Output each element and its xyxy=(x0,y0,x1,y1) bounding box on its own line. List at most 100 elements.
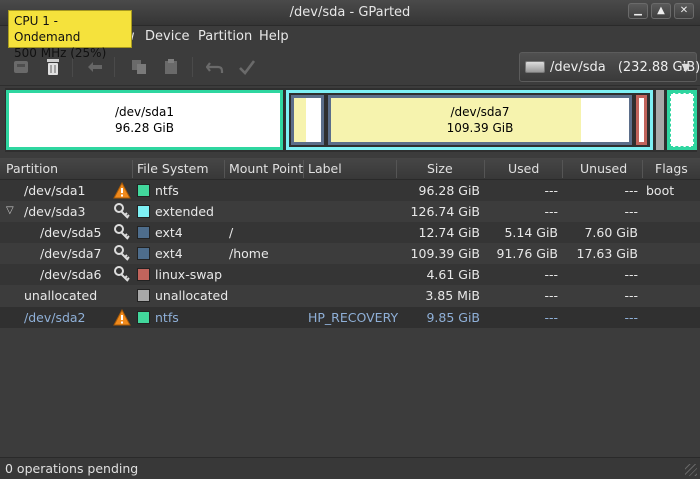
cell-filesystem: ntfs xyxy=(155,183,179,198)
key-icon xyxy=(113,203,131,221)
column-used[interactable]: Used xyxy=(508,161,539,176)
expander-arrow-icon[interactable]: ▽ xyxy=(6,205,14,216)
cell-filesystem: extended xyxy=(155,204,214,219)
toolbar-separator xyxy=(192,57,193,77)
cell-mount-point: / xyxy=(229,225,234,240)
table-row[interactable]: /dev/sda5 ext4 / 12.74 GiB 5.14 GiB 7.60… xyxy=(0,222,700,243)
menu-help[interactable]: Help xyxy=(259,29,289,44)
cell-partition: /dev/sda6 xyxy=(40,267,102,282)
filesystem-color-swatch xyxy=(137,205,150,218)
filesystem-color-swatch xyxy=(137,268,150,281)
copy-icon[interactable] xyxy=(128,56,150,78)
partition-table-header: Partition File System Mount Point Label … xyxy=(0,158,700,180)
column-mount-point[interactable]: Mount Point xyxy=(229,161,303,176)
filesystem-color-swatch xyxy=(137,226,150,239)
partition-block-size: 109.39 GiB xyxy=(446,121,514,135)
menu-device[interactable]: Device xyxy=(145,29,189,44)
table-row[interactable]: ▽ /dev/sda3 extended 126.74 GiB --- --- xyxy=(0,201,700,222)
cell-unused: --- xyxy=(624,288,638,303)
cell-used: --- xyxy=(544,267,558,282)
resize-grip[interactable] xyxy=(685,464,697,476)
table-row[interactable]: /dev/sda6 linux-swap 4.61 GiB --- --- xyxy=(0,264,700,285)
table-row[interactable]: /dev/sda1 ntfs 96.28 GiB --- --- boot xyxy=(0,180,700,201)
cell-size: 9.85 GiB xyxy=(426,310,480,325)
table-empty-area xyxy=(0,331,700,457)
key-icon xyxy=(113,224,131,242)
filesystem-color-swatch xyxy=(137,184,150,197)
cell-used: --- xyxy=(544,288,558,303)
close-button[interactable]: ✕ xyxy=(674,3,694,19)
filesystem-color-swatch xyxy=(137,289,150,302)
cell-unused: --- xyxy=(624,267,638,282)
cell-filesystem: ext4 xyxy=(155,246,183,261)
menu-partition[interactable]: Partition xyxy=(198,29,252,44)
cell-unused: 7.60 GiB xyxy=(584,225,638,240)
cell-partition: /dev/sda1 xyxy=(24,183,86,198)
partition-block-size: 96.28 GiB xyxy=(114,121,175,135)
table-row[interactable]: unallocated unallocated 3.85 MiB --- --- xyxy=(0,285,700,306)
cell-unused: --- xyxy=(624,204,638,219)
partition-block-sda3-extended[interactable]: /dev/sda7 109.39 GiB xyxy=(286,90,653,150)
partition-block-name: /dev/sda1 xyxy=(114,105,175,119)
cell-size: 4.61 GiB xyxy=(426,267,480,282)
status-bar: 0 operations pending xyxy=(0,457,700,479)
partition-block-sda7[interactable]: /dev/sda7 109.39 GiB xyxy=(328,95,632,145)
undo-icon[interactable] xyxy=(204,56,226,78)
column-size[interactable]: Size xyxy=(427,161,453,176)
partition-block-sda2[interactable] xyxy=(667,90,697,150)
tooltip-line-2: 500 MHz (25%) xyxy=(14,46,107,60)
key-icon xyxy=(113,266,131,284)
key-icon xyxy=(113,245,131,263)
device-selector-text: /dev/sda (232.88 GiB) xyxy=(550,60,700,75)
cpu-tooltip: CPU 1 - Ondemand 500 MHz (25%) xyxy=(8,10,132,60)
column-label[interactable]: Label xyxy=(308,161,342,176)
cell-unused: --- xyxy=(624,310,638,325)
table-row-selected[interactable]: /dev/sda2 ntfs HP_RECOVERY 9.85 GiB --- … xyxy=(0,307,700,328)
tooltip-line-1: CPU 1 - Ondemand xyxy=(14,14,81,44)
cell-used: --- xyxy=(544,204,558,219)
cell-used: --- xyxy=(544,310,558,325)
cell-used: 5.14 GiB xyxy=(504,225,558,240)
dropdown-arrow-icon: ▼ xyxy=(681,61,690,74)
column-partition[interactable]: Partition xyxy=(6,161,58,176)
cell-size: 126.74 GiB xyxy=(410,204,480,219)
cell-filesystem: ext4 xyxy=(155,225,183,240)
cell-size: 109.39 GiB xyxy=(410,246,480,261)
cell-size: 3.85 MiB xyxy=(425,288,480,303)
cell-label: HP_RECOVERY xyxy=(308,310,399,325)
cell-size: 12.74 GiB xyxy=(418,225,481,240)
partition-block-sda1[interactable]: /dev/sda1 96.28 GiB xyxy=(6,90,283,150)
operations-pending-text: 0 operations pending xyxy=(5,461,139,476)
cell-filesystem: ntfs xyxy=(155,310,179,325)
partition-block-sda6[interactable] xyxy=(636,95,647,145)
harddisk-icon xyxy=(525,61,545,73)
cell-mount-point: /home xyxy=(229,246,269,261)
cell-used: 91.76 GiB xyxy=(496,246,559,261)
cell-filesystem: linux-swap xyxy=(155,267,223,282)
minimize-button[interactable]: ▁ xyxy=(628,3,648,19)
column-filesystem[interactable]: File System xyxy=(137,161,209,176)
cell-unused: --- xyxy=(624,183,638,198)
cell-partition: /dev/sda2 xyxy=(24,310,86,325)
column-flags[interactable]: Flags xyxy=(655,161,688,176)
cell-partition: /dev/sda7 xyxy=(40,246,102,261)
cell-filesystem: unallocated xyxy=(155,288,229,303)
cell-partition: /dev/sda3 xyxy=(24,204,86,219)
cell-partition: unallocated xyxy=(24,288,98,303)
partition-block-unallocated[interactable] xyxy=(656,90,664,150)
partition-map: /dev/sda1 96.28 GiB /dev/sda7 109.39 GiB xyxy=(5,88,697,152)
partition-block-sda5[interactable] xyxy=(291,95,324,145)
device-name: /dev/sda xyxy=(550,60,606,75)
cell-size: 96.28 GiB xyxy=(418,183,481,198)
paste-icon[interactable] xyxy=(160,56,182,78)
cell-unused: 17.63 GiB xyxy=(576,246,639,261)
device-selector[interactable]: /dev/sda (232.88 GiB) ▼ xyxy=(519,52,700,82)
window-controls: ▁ ▲ ✕ xyxy=(628,3,694,19)
apply-check-icon[interactable] xyxy=(236,56,258,78)
cell-partition: /dev/sda5 xyxy=(40,225,102,240)
maximize-button[interactable]: ▲ xyxy=(651,3,671,19)
column-unused[interactable]: Unused xyxy=(580,161,627,176)
cell-used: --- xyxy=(544,183,558,198)
table-row[interactable]: /dev/sda7 ext4 /home 109.39 GiB 91.76 Gi… xyxy=(0,243,700,264)
filesystem-color-swatch xyxy=(137,247,150,260)
